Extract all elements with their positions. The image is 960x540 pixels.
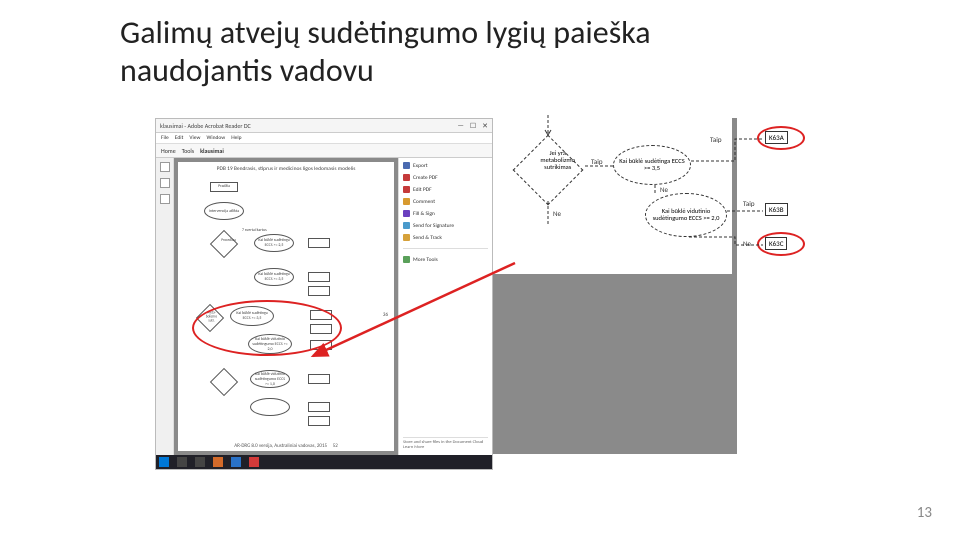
rp-sendtrack[interactable]: Send & Track	[403, 234, 488, 241]
explorer-icon[interactable]	[213, 457, 223, 467]
close-icon[interactable]: ✕	[482, 121, 488, 130]
flow-start: Pradžia	[210, 182, 238, 192]
slide-number: 13	[917, 504, 932, 522]
pdf-menubar: File Edit View Window Help	[156, 133, 492, 144]
zoom-diamond-metabolism: Jei yra metabolizmo sutrikimas	[513, 135, 584, 206]
send-signature-icon	[403, 222, 410, 229]
flow-dia-3	[210, 368, 238, 396]
flow-kbox-9	[308, 416, 330, 426]
page-header: PDB 19 Bendrasis, stiprus ir medicinos l…	[184, 166, 388, 172]
fill-sign-icon	[403, 210, 410, 217]
zoom-box-k63b: K63B	[765, 203, 788, 216]
rp-fill[interactable]: Fill & Sign	[403, 210, 488, 217]
zoom-overlay: Jei yra metabolizmo sutrikimas Taip Ne K…	[495, 115, 805, 315]
tab-home[interactable]: Home	[161, 147, 176, 155]
zoom-ellipse-moderate: Kai būklė vidutinio sudėtingumo ECCS >= …	[645, 193, 727, 237]
flow-ell-3: Kai būklė sudėtinga ECCS >= 3,5	[254, 268, 294, 286]
flow-ell-6: Kai būklė vidutinio sudėtingumo ECCS >= …	[250, 370, 290, 388]
zoom-label-ne-1: Ne	[553, 209, 561, 218]
tab-document[interactable]: klausimai	[200, 147, 224, 155]
acrobat-icon[interactable]	[249, 457, 259, 467]
search-icon[interactable]	[177, 457, 187, 467]
title-line-2: naudojantis vadovu	[120, 52, 960, 90]
red-highlight-k63c	[757, 232, 805, 256]
flow-ell-1: Intervencija atlikta	[204, 202, 244, 220]
export-icon	[403, 162, 410, 169]
pdf-titlebar: klausimai - Adobe Acrobat Reader DC — ☐ …	[156, 119, 492, 133]
zoom-conn-1	[585, 163, 615, 169]
rp-export[interactable]: Export	[403, 162, 488, 169]
window-controls: — ☐ ✕	[458, 121, 489, 130]
attachment-icon[interactable]	[160, 194, 170, 204]
menu-file[interactable]: File	[161, 135, 169, 141]
content-area: klausimai - Adobe Acrobat Reader DC — ☐ …	[155, 118, 805, 470]
thumbnails-icon[interactable]	[160, 162, 170, 172]
menu-view[interactable]: View	[189, 135, 200, 141]
minimize-icon[interactable]: —	[458, 121, 464, 130]
maximize-icon[interactable]: ☐	[470, 121, 476, 130]
rp-footer: Store and share files in the Document Cl…	[403, 437, 488, 451]
flow-kbox-8	[308, 402, 330, 412]
red-highlight-k63a	[757, 126, 805, 150]
flow-label-rep: 7 svertai kartus	[242, 228, 267, 233]
menu-edit[interactable]: Edit	[175, 135, 184, 141]
edit-pdf-icon	[403, 186, 410, 193]
flow-dia-1: Procedūra	[210, 230, 238, 258]
zoom-label-ne-2: Ne	[660, 185, 668, 194]
pdf-toolbar: Home Tools klausimai	[156, 144, 492, 158]
bookmark-icon[interactable]	[160, 178, 170, 188]
zoom-label-ne-3: Ne	[743, 239, 751, 248]
zoom-ellipse-severe: Kai būklė sudėtinga ECCS >= 3,5	[613, 145, 691, 185]
page-footer: AR-DRG 8.0 versija, Australiniai vadovas…	[178, 443, 394, 449]
comment-icon	[403, 198, 410, 205]
flow-kbox-7	[308, 374, 330, 384]
flow-kbox-1	[308, 238, 330, 248]
red-arrow	[305, 258, 525, 363]
create-pdf-icon	[403, 174, 410, 181]
start-icon[interactable]	[159, 457, 169, 467]
thumbnail-rail	[156, 158, 174, 455]
edge-icon[interactable]	[231, 457, 241, 467]
menu-help[interactable]: Help	[231, 135, 241, 141]
taskview-icon[interactable]	[195, 457, 205, 467]
title-line-1: Galimų atvejų sudėtingumo lygių paieška	[120, 14, 960, 52]
send-track-icon	[403, 234, 410, 241]
slide-title: Galimų atvejų sudėtingumo lygių paieška …	[0, 0, 960, 98]
rp-sendsig[interactable]: Send for Signature	[403, 222, 488, 229]
rp-comment[interactable]: Comment	[403, 198, 488, 205]
rp-edit[interactable]: Edit PDF	[403, 186, 488, 193]
menu-window[interactable]: Window	[206, 135, 225, 141]
flow-ell-7	[250, 398, 290, 416]
rp-create[interactable]: Create PDF	[403, 174, 488, 181]
zoom-label-taip-3: Taip	[743, 199, 755, 208]
tab-tools[interactable]: Tools	[182, 147, 194, 155]
taskbar	[156, 455, 492, 469]
pdf-window-title: klausimai - Adobe Acrobat Reader DC	[160, 122, 251, 130]
flow-ell-2: Kai būklė sudėtinga ECCS >= 2,5	[254, 234, 294, 252]
zoom-label-taip-2: Taip	[710, 135, 722, 144]
